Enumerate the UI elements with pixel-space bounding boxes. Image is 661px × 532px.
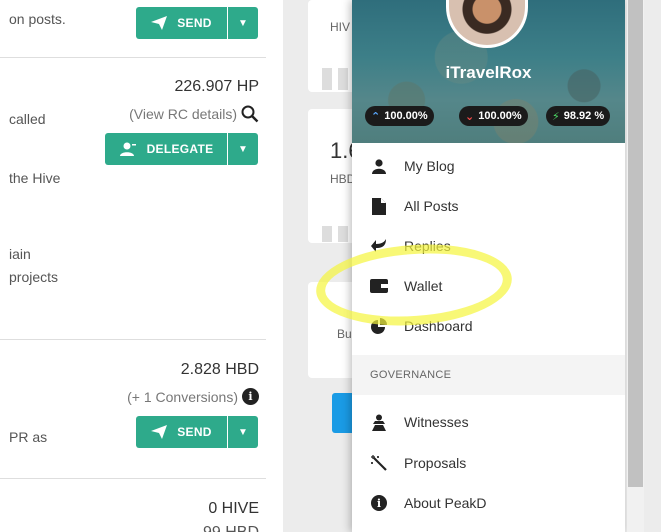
profile-username[interactable]: iTravelRox bbox=[352, 63, 625, 83]
divider bbox=[0, 57, 266, 58]
hive-description: on posts. bbox=[9, 11, 66, 27]
delegate-label: DELEGATE bbox=[146, 142, 214, 156]
file-icon bbox=[369, 197, 389, 215]
hive-send-dropdown[interactable]: ▼ bbox=[228, 7, 258, 39]
chevron-down-icon: ⌄ bbox=[465, 110, 475, 123]
lightning-icon: ⚡ bbox=[552, 110, 560, 123]
menu-label: All Posts bbox=[404, 198, 459, 214]
conversions-info: (+ 1 Conversions) i bbox=[127, 388, 259, 405]
divider bbox=[0, 478, 266, 479]
delegate-dropdown[interactable]: ▼ bbox=[228, 133, 258, 165]
rc-details-link[interactable]: (View RC details) bbox=[129, 106, 237, 122]
hbd-amount: 2.828 HBD bbox=[180, 361, 259, 378]
search-icon[interactable] bbox=[241, 105, 259, 123]
profile-header: iTravelRox ⌃ 100.00% ⌄ 100.00% ⚡ 98.92 % bbox=[352, 0, 625, 143]
governance-section-header: GOVERNANCE bbox=[352, 355, 625, 395]
hive-send-button[interactable]: SEND bbox=[136, 7, 227, 39]
send-label: SEND bbox=[177, 425, 212, 439]
menu-label: About PeakD bbox=[404, 495, 487, 511]
upvote-power-value: 100.00% bbox=[384, 110, 428, 122]
hive-power-amount: 226.907 HP bbox=[174, 78, 259, 95]
chart-bar bbox=[338, 68, 348, 90]
menu-item-about-peakd[interactable]: i About PeakD bbox=[352, 483, 625, 523]
chevron-down-icon: ▼ bbox=[238, 17, 248, 29]
menu-item-proposals[interactable]: Proposals bbox=[352, 443, 625, 483]
conversions-label: (+ 1 Conversions) bbox=[127, 388, 238, 405]
chevron-up-icon: ⌃ bbox=[371, 110, 381, 123]
rc-details[interactable]: (View RC details) bbox=[129, 105, 259, 123]
menu-label: Witnesses bbox=[404, 414, 469, 430]
resource-credits-badge: ⚡ 98.92 % bbox=[546, 106, 611, 126]
buy-card-label[interactable]: Bu bbox=[337, 327, 352, 341]
wallet-panel: on posts. SEND ▼ 226.907 HP (View RC det… bbox=[0, 0, 283, 532]
magic-wand-icon bbox=[369, 455, 389, 471]
witness-icon bbox=[369, 414, 389, 431]
hbd-description: PR as bbox=[9, 429, 48, 445]
info-icon[interactable]: i bbox=[242, 388, 259, 405]
send-label: SEND bbox=[177, 16, 212, 30]
menu-label: Proposals bbox=[404, 455, 467, 471]
hive-send-button-group: SEND ▼ bbox=[136, 7, 258, 39]
savings-amount: 0 HIVE bbox=[208, 500, 259, 517]
scrollbar-thumb[interactable] bbox=[628, 0, 643, 487]
savings-hbd-amount: 99 HBD bbox=[203, 524, 259, 532]
send-icon bbox=[151, 16, 168, 30]
info-icon: i bbox=[369, 495, 389, 511]
upvote-power-badge: ⌃ 100.00% bbox=[365, 106, 434, 126]
menu-item-my-blog[interactable]: My Blog bbox=[352, 146, 625, 186]
hbd-send-button[interactable]: SEND bbox=[136, 416, 227, 448]
downvote-power-value: 100.00% bbox=[478, 110, 522, 122]
send-icon bbox=[151, 425, 168, 439]
hive-card-label: HIV bbox=[330, 20, 351, 34]
chevron-down-icon: ▼ bbox=[238, 426, 248, 438]
hp-description-line4: projects bbox=[9, 269, 59, 285]
resource-credits-value: 98.92 % bbox=[563, 110, 605, 122]
hbd-send-dropdown[interactable]: ▼ bbox=[228, 416, 258, 448]
chart-bar bbox=[322, 226, 332, 242]
user-icon bbox=[369, 158, 389, 174]
downvote-power-badge: ⌄ 100.00% bbox=[459, 106, 528, 126]
menu-label: My Blog bbox=[404, 158, 455, 174]
delegate-button-group: DELEGATE ▼ bbox=[105, 133, 258, 165]
hbd-send-button-group: SEND ▼ bbox=[136, 416, 258, 448]
hp-description-line2: the Hive bbox=[9, 170, 61, 186]
menu-item-witnesses[interactable]: Witnesses bbox=[352, 402, 625, 442]
divider bbox=[0, 339, 266, 340]
chevron-down-icon: ▼ bbox=[238, 143, 248, 155]
user-plus-icon bbox=[119, 142, 136, 156]
delegate-button[interactable]: DELEGATE bbox=[105, 133, 227, 165]
hp-description-line3: iain bbox=[9, 246, 31, 262]
hp-description-line1: called bbox=[9, 111, 46, 127]
chart-bar bbox=[322, 68, 332, 90]
chart-bar bbox=[338, 226, 348, 242]
menu-item-all-posts[interactable]: All Posts bbox=[352, 186, 625, 226]
